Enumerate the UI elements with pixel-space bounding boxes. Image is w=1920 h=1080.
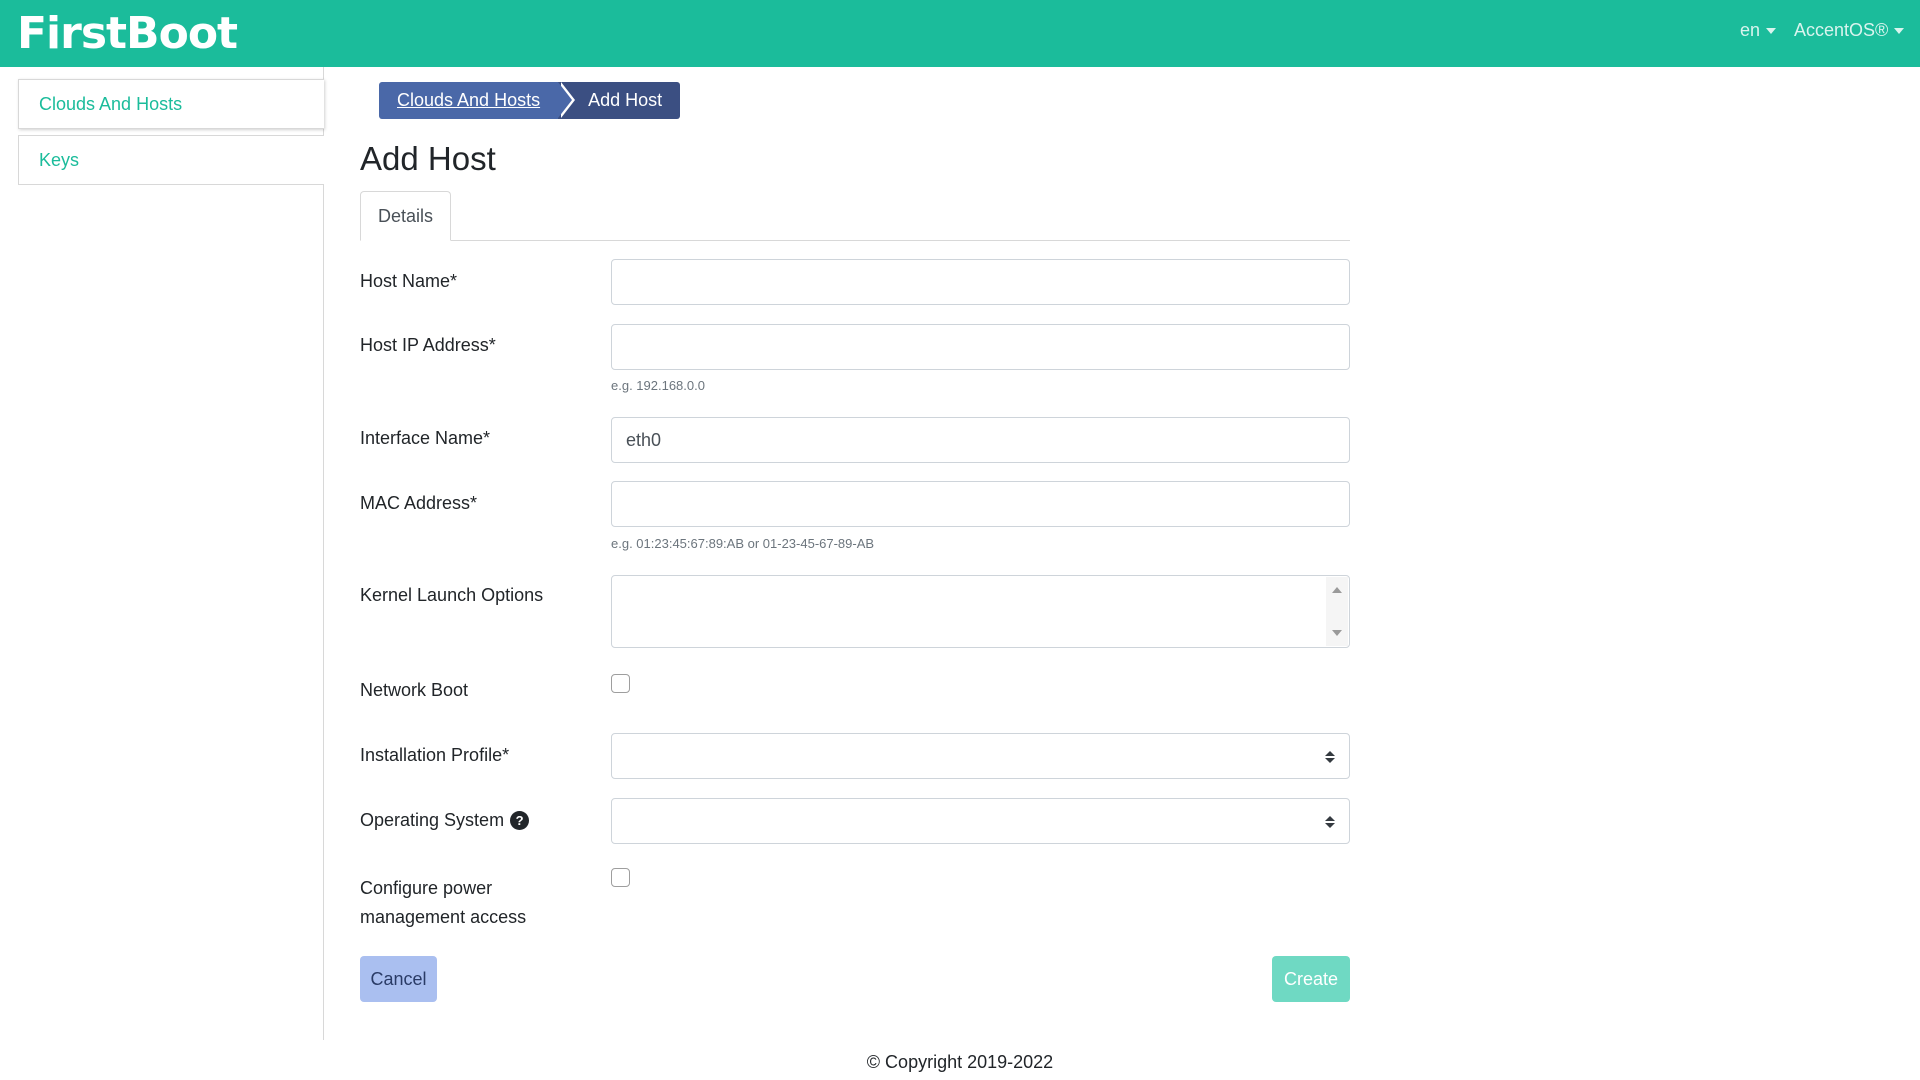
mac-address-label: MAC Address* [360, 493, 478, 513]
tab-divider [360, 240, 1350, 241]
sidebar-item-clouds-and-hosts[interactable]: Clouds And Hosts [18, 79, 324, 129]
page-title: Add Host [360, 140, 496, 177]
select-arrows-icon [1325, 816, 1335, 828]
interface-name-input[interactable] [611, 417, 1350, 463]
operating-system-select[interactable] [611, 798, 1350, 844]
sidebar-item-label: Keys [39, 150, 80, 170]
power-management-checkbox[interactable] [611, 868, 630, 887]
mac-address-input[interactable] [611, 481, 1350, 527]
language-dropdown[interactable]: en [1740, 20, 1777, 41]
tab-details[interactable]: Details [360, 191, 451, 241]
host-name-label: Host Name* [360, 271, 458, 291]
breadcrumb-arrow [558, 82, 573, 118]
textarea-scrollbar[interactable] [1326, 577, 1348, 646]
breadcrumb: Clouds And Hosts Add Host [379, 82, 681, 119]
sidebar-item-keys[interactable]: Keys [18, 135, 324, 185]
brand-logo[interactable]: FirstBoot [17, 8, 238, 60]
chevron-down-icon [1766, 27, 1777, 34]
sidebar-item-label: Clouds And Hosts [39, 94, 183, 114]
user-dropdown[interactable]: AccentOS® [1794, 20, 1905, 41]
scroll-up-icon[interactable] [1332, 587, 1342, 593]
breadcrumb-current: Add Host [558, 82, 681, 119]
mac-address-help: e.g. 01:23:45:67:89:AB or 01-23-45-67-89… [611, 536, 875, 551]
installation-profile-select[interactable] [611, 733, 1350, 779]
operating-system-label-text: Operating System [360, 810, 505, 830]
interface-name-label: Interface Name* [360, 428, 491, 448]
top-navbar: FirstBoot en AccentOS® [0, 0, 1920, 67]
question-circle-icon[interactable]: ? [510, 811, 530, 830]
host-ip-label: Host IP Address* [360, 335, 496, 355]
operating-system-label: Operating System? [360, 810, 530, 831]
chevron-down-icon [1894, 27, 1905, 34]
installation-profile-label: Installation Profile* [360, 745, 510, 765]
create-button[interactable]: Create [1272, 956, 1350, 1002]
user-label: AccentOS® [1794, 20, 1889, 40]
kernel-options-label: Kernel Launch Options [360, 585, 544, 605]
footer-copyright: © Copyright 2019-2022 [866, 1052, 1054, 1072]
host-ip-help: e.g. 192.168.0.0 [611, 378, 705, 393]
sidebar: Clouds And Hosts Keys [0, 67, 324, 1040]
select-arrows-icon [1325, 751, 1335, 763]
cancel-button[interactable]: Cancel [360, 956, 437, 1002]
network-boot-checkbox[interactable] [611, 674, 630, 693]
network-boot-label: Network Boot [360, 680, 469, 700]
breadcrumb-link-label: Clouds And Hosts [397, 90, 541, 110]
host-name-input[interactable] [611, 259, 1350, 305]
host-ip-input[interactable] [611, 324, 1350, 370]
breadcrumb-link-clouds-and-hosts[interactable]: Clouds And Hosts [379, 82, 576, 119]
kernel-options-textarea[interactable] [611, 575, 1350, 648]
language-label: en [1740, 20, 1761, 40]
scroll-down-icon[interactable] [1332, 630, 1342, 636]
power-management-label: Configure power management access [360, 878, 527, 927]
